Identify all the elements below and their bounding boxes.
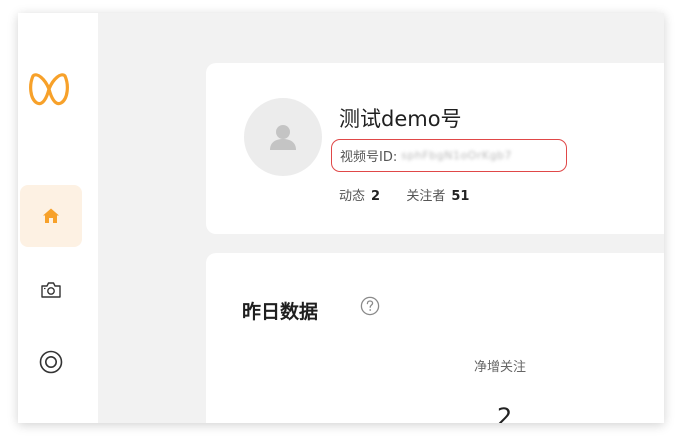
default-user-icon (270, 125, 296, 150)
channels-logo-icon (29, 73, 69, 106)
nav-home[interactable] (20, 185, 82, 247)
home-icon (43, 208, 59, 223)
nav-content[interactable] (20, 259, 82, 321)
camera-icon (41, 282, 61, 298)
account-id-row: 视频号ID: sphFbgN1oOrKgb7 (331, 139, 567, 172)
stats-title: 昨日数据 (242, 301, 319, 323)
posts-count: 2 (371, 189, 381, 204)
followers-count: 51 (451, 189, 470, 204)
account-counts: 动态 2 关注者 51 (339, 185, 469, 204)
live-circle-icon (39, 350, 63, 374)
stats-card: 昨日数据 净增关注 2 (206, 253, 664, 423)
account-name: 测试demo号 (339, 107, 462, 131)
question-circle-icon[interactable] (360, 296, 380, 316)
avatar[interactable] (244, 98, 322, 176)
posts-label: 动态 (339, 189, 366, 204)
account-id-value[interactable]: sphFbgN1oOrKgb7 (401, 149, 512, 162)
app-window: 测试demo号 视频号ID: sphFbgN1oOrKgb7 动态 2 关注者 51… (18, 13, 664, 423)
profile-card: 测试demo号 视频号ID: sphFbgN1oOrKgb7 动态 2 关注者 51 (206, 63, 664, 234)
net-followers-value: 2 (497, 403, 513, 423)
net-followers-label: 净增关注 (474, 360, 527, 375)
sidebar (18, 13, 98, 423)
nav-live[interactable] (20, 331, 82, 393)
followers-label: 关注者 (406, 189, 446, 204)
account-id-label: 视频号ID: (340, 150, 398, 165)
